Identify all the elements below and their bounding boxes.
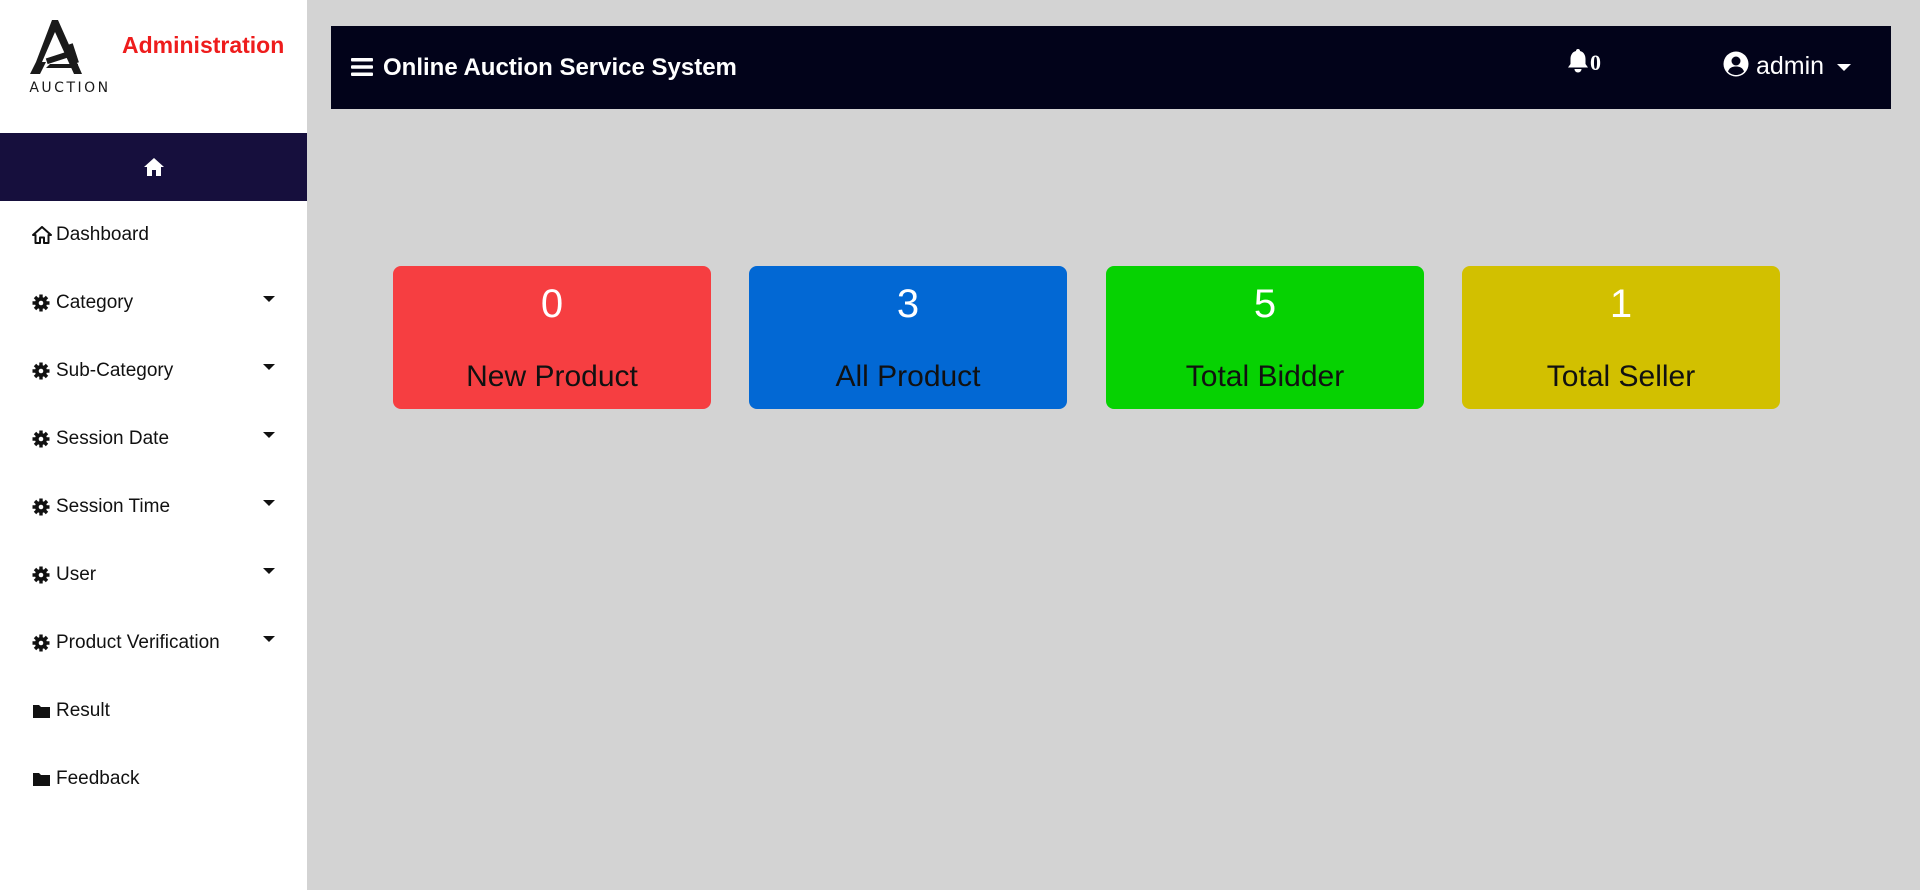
stat-card-all-product[interactable]: 3 All Product <box>749 266 1067 409</box>
stat-value: 5 <box>1253 282 1277 326</box>
sidebar-item-user[interactable]: User <box>0 541 307 609</box>
stat-label: New Product <box>466 360 638 393</box>
home-icon <box>143 158 164 176</box>
sidebar-item-sub-category[interactable]: Sub-Category <box>0 337 307 405</box>
auction-logo-icon <box>30 20 82 74</box>
sidebar-item-label: Product Verification <box>56 632 220 653</box>
folder-icon <box>32 701 52 721</box>
sidebar-item-label: Session Date <box>56 428 170 449</box>
bell-icon <box>1567 48 1589 79</box>
sidebar-item-label: Dashboard <box>56 224 149 245</box>
folder-icon <box>32 769 52 789</box>
home-icon <box>32 225 52 245</box>
sidebar-nav: Dashboard Category Sub-Category Session … <box>0 201 307 813</box>
chevron-down-icon <box>263 500 275 506</box>
top-navbar: Online Auction Service System 0 admin <box>331 26 1891 109</box>
notification-count: 0 <box>1590 50 1601 75</box>
sidebar-item-product-verification[interactable]: Product Verification <box>0 609 307 677</box>
chevron-down-icon <box>263 296 275 302</box>
sidebar-item-label: Result <box>56 700 110 721</box>
sidebar-item-dashboard[interactable]: Dashboard <box>0 201 307 269</box>
brand-title: Administration <box>122 32 285 58</box>
sidebar-item-session-time[interactable]: Session Time <box>0 473 307 541</box>
sidebar-item-feedback[interactable]: Feedback <box>0 745 307 813</box>
stat-card-new-product[interactable]: 0 New Product <box>393 266 711 409</box>
gear-icon <box>32 429 52 449</box>
stat-card-total-seller[interactable]: 1 Total Seller <box>1462 266 1780 409</box>
gear-icon <box>32 633 52 653</box>
logo-wordmark: AUCTION <box>29 80 111 96</box>
stat-card-total-bidder[interactable]: 5 Total Bidder <box>1106 266 1424 409</box>
sidebar-item-session-date[interactable]: Session Date <box>0 405 307 473</box>
chevron-down-icon <box>263 636 275 642</box>
auction-logo[interactable]: AUCTION <box>16 18 124 102</box>
chevron-down-icon <box>263 568 275 574</box>
hamburger-icon[interactable] <box>351 57 373 77</box>
sidebar-item-label: User <box>56 564 97 585</box>
user-menu-dropdown[interactable]: admin <box>1723 48 1852 84</box>
user-circle-icon <box>1723 51 1749 82</box>
chevron-down-icon <box>263 364 275 370</box>
gear-icon <box>32 565 52 585</box>
sidebar-item-label: Session Time <box>56 496 171 517</box>
chevron-down-icon <box>263 432 275 438</box>
stat-value: 0 <box>540 282 564 326</box>
stat-label: Total Bidder <box>1185 360 1345 393</box>
notifications-button[interactable]: 0 <box>1567 48 1601 78</box>
user-name: admin <box>1756 51 1825 80</box>
sidebar-item-category[interactable]: Category <box>0 269 307 337</box>
sidebar-item-label: Feedback <box>56 768 140 789</box>
stat-label: Total Seller <box>1546 360 1696 393</box>
gear-icon <box>32 361 52 381</box>
gear-icon <box>32 497 52 517</box>
app-title: Online Auction Service System <box>383 54 737 81</box>
stat-value: 1 <box>1609 282 1633 326</box>
brand: AUCTION Administration <box>0 0 307 133</box>
sidebar-item-result[interactable]: Result <box>0 677 307 745</box>
home-bar-button[interactable] <box>0 133 307 201</box>
gear-icon <box>32 293 52 313</box>
sidebar: AUCTION Administration Dashboard Categor… <box>0 0 307 890</box>
stat-label: All Product <box>835 360 981 393</box>
sidebar-item-label: Sub-Category <box>56 360 174 381</box>
sidebar-item-label: Category <box>56 292 134 313</box>
chevron-down-icon <box>1837 63 1852 71</box>
stat-value: 3 <box>896 282 920 326</box>
